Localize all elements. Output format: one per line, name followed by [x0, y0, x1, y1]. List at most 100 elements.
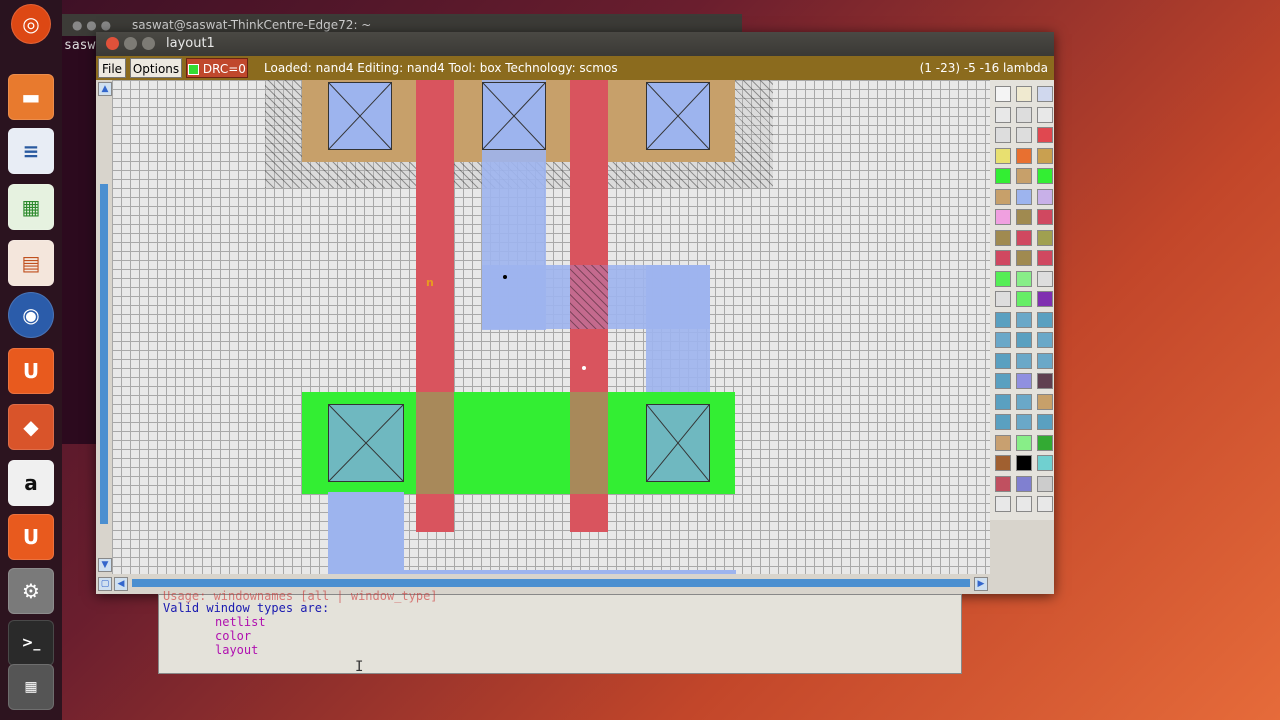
layer-swatch[interactable]: [995, 168, 1011, 184]
vertical-scrollbar[interactable]: ▲ ▼: [96, 80, 112, 574]
layer-swatch[interactable]: [995, 311, 1011, 328]
layer-swatch[interactable]: [995, 291, 1011, 307]
layer-swatch[interactable]: [1037, 434, 1053, 451]
minimize-icon[interactable]: [124, 37, 137, 50]
layer-swatch[interactable]: [1016, 455, 1032, 471]
zoom-box-icon[interactable]: ▢: [98, 577, 112, 591]
ubuntu-dash-icon[interactable]: ◎: [11, 4, 51, 44]
layer-swatch[interactable]: [1037, 270, 1053, 287]
layer-swatch[interactable]: [1037, 311, 1053, 328]
layer-swatch[interactable]: [1037, 291, 1053, 307]
layer-swatch[interactable]: [995, 229, 1011, 246]
layer-swatch[interactable]: [995, 352, 1011, 369]
layer-swatch[interactable]: [995, 188, 1011, 205]
ubuntu-one-icon[interactable]: U: [8, 348, 54, 394]
layer-swatch[interactable]: [995, 86, 1011, 102]
layer-swatch[interactable]: [1016, 188, 1032, 205]
terminal-icon[interactable]: >_: [8, 620, 54, 666]
vertical-scroll-thumb[interactable]: [100, 184, 108, 524]
metal1-source: [328, 492, 404, 574]
layer-swatch[interactable]: [1016, 209, 1032, 225]
scroll-left-icon[interactable]: ◀: [114, 577, 128, 591]
layer-swatch[interactable]: [995, 106, 1011, 123]
drc-button[interactable]: DRC=0: [186, 58, 248, 78]
amazon-icon[interactable]: a: [8, 460, 54, 506]
layer-swatch[interactable]: [995, 127, 1011, 143]
layer-swatch[interactable]: [1016, 475, 1032, 492]
layer-swatch[interactable]: [1016, 106, 1032, 123]
layer-swatch[interactable]: [995, 270, 1011, 287]
gate-overlap-right: [570, 392, 608, 494]
layer-swatch[interactable]: [1016, 147, 1032, 164]
layer-swatch[interactable]: [1037, 127, 1053, 143]
scroll-up-icon[interactable]: ▲: [98, 82, 112, 96]
layer-swatch[interactable]: [1016, 168, 1032, 184]
firefox-icon[interactable]: ◉: [8, 292, 54, 338]
layer-swatch[interactable]: [1037, 393, 1053, 410]
layer-swatch[interactable]: [1016, 393, 1032, 410]
layer-swatch[interactable]: [995, 250, 1011, 266]
layer-swatch[interactable]: [1016, 86, 1032, 102]
layer-swatch[interactable]: [995, 414, 1011, 430]
layer-swatch[interactable]: [1016, 373, 1032, 389]
magic-layout-window: layout1 File Options DRC=0 Loaded: nand4…: [96, 32, 1054, 594]
layer-swatch[interactable]: [995, 373, 1011, 389]
maximize-icon[interactable]: [142, 37, 155, 50]
layer-swatch[interactable]: [1016, 414, 1032, 430]
layer-swatch[interactable]: [1037, 188, 1053, 205]
file-menu[interactable]: File: [98, 58, 126, 78]
layer-swatch[interactable]: [995, 434, 1011, 451]
scroll-down-icon[interactable]: ▼: [98, 558, 112, 572]
layer-swatch[interactable]: [1037, 352, 1053, 369]
layer-swatch[interactable]: [995, 332, 1011, 348]
layer-swatch[interactable]: [1037, 475, 1053, 492]
layer-swatch[interactable]: [1037, 414, 1053, 430]
layer-swatch[interactable]: [1016, 496, 1032, 512]
layout-canvas[interactable]: n: [112, 80, 990, 574]
layer-swatch[interactable]: [1037, 373, 1053, 389]
layer-swatch[interactable]: [1037, 455, 1053, 471]
layer-swatch[interactable]: [1037, 209, 1053, 225]
layer-swatch[interactable]: [1037, 250, 1053, 266]
files-icon[interactable]: ▬: [8, 74, 54, 120]
layer-swatch[interactable]: [995, 455, 1011, 471]
layer-swatch[interactable]: [1016, 434, 1032, 451]
layer-swatch[interactable]: [1016, 311, 1032, 328]
tcl-console[interactable]: Usage: windownames [all | window_type] V…: [158, 589, 962, 675]
workspace-switcher-icon[interactable]: ▦: [8, 664, 54, 710]
system-settings-icon[interactable]: ⚙: [8, 568, 54, 614]
layer-swatch[interactable]: [995, 209, 1011, 225]
software-center-icon[interactable]: ◆: [8, 404, 54, 450]
options-menu[interactable]: Options: [130, 58, 182, 78]
layer-swatch[interactable]: [1016, 250, 1032, 266]
close-icon[interactable]: [106, 37, 119, 50]
layer-swatch[interactable]: [995, 147, 1011, 164]
layer-swatch[interactable]: [1016, 127, 1032, 143]
layer-swatch[interactable]: [1037, 168, 1053, 184]
layer-swatch[interactable]: [1037, 106, 1053, 123]
layer-swatch[interactable]: [1016, 291, 1032, 307]
layer-swatch[interactable]: [1037, 147, 1053, 164]
layer-swatch[interactable]: [995, 475, 1011, 492]
impress-icon[interactable]: ▤: [8, 240, 54, 286]
layer-swatch[interactable]: [1037, 229, 1053, 246]
layer-swatch[interactable]: [1037, 496, 1053, 512]
calc-icon[interactable]: ▦: [8, 184, 54, 230]
layer-swatch[interactable]: [1016, 270, 1032, 287]
horizontal-scroll-thumb[interactable]: [132, 579, 970, 587]
scroll-right-icon[interactable]: ▶: [974, 577, 988, 591]
layer-swatch[interactable]: [1037, 86, 1053, 102]
cursor-point: [503, 275, 507, 279]
ubuntu-one-music-icon[interactable]: U: [8, 514, 54, 560]
gate-overlap-left: [416, 392, 454, 494]
contact-top-middle: [482, 82, 546, 150]
layer-swatch[interactable]: [1016, 229, 1032, 246]
terminal-prompt: sasw: [64, 38, 96, 53]
writer-icon[interactable]: ≡: [8, 128, 54, 174]
layer-swatch[interactable]: [995, 496, 1011, 512]
layer-swatch[interactable]: [1037, 332, 1053, 348]
layer-swatch[interactable]: [1016, 332, 1032, 348]
window-titlebar[interactable]: layout1: [96, 32, 1054, 56]
layer-swatch[interactable]: [1016, 352, 1032, 369]
layer-swatch[interactable]: [995, 393, 1011, 410]
